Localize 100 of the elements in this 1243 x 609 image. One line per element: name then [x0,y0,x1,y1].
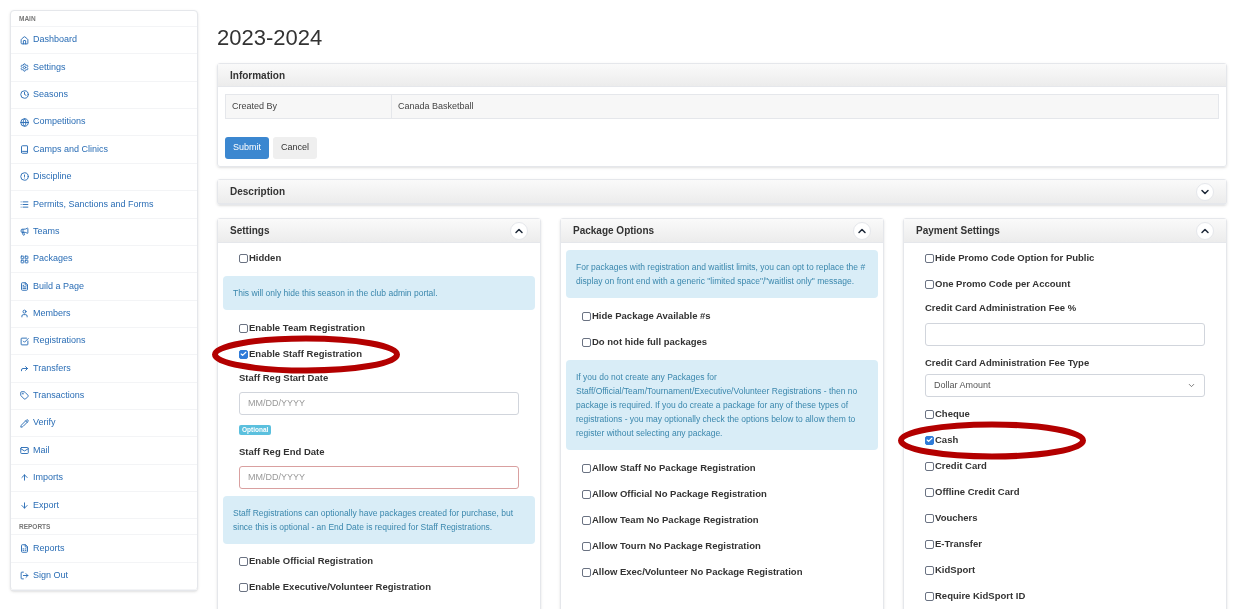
sidebar-item[interactable]: Seasons [11,81,197,110]
checkbox-option[interactable]: Require KidSport ID [925,588,1026,604]
checkbox[interactable] [925,435,934,445]
collapse-toggle[interactable] [1196,221,1214,240]
checkbox[interactable] [239,349,248,359]
checkbox-option[interactable]: Credit Card [925,458,987,474]
home-icon [20,35,29,45]
checkbox[interactable] [582,489,591,499]
pencil-icon [20,418,29,428]
page-title: 2023-2024 [217,24,324,52]
check-square-icon [20,336,29,346]
info-note: If you do not create any Packages for Staff/Official/Team/Tournament/Executive/Volunteer Registrations - then no package is required. If you do create a package for any of these types of registrations - you may optionally check the options below to allow them to register without selecting any package. [566,360,878,450]
checkbox-option[interactable]: Allow Exec/Volunteer No Package Registration [582,564,803,580]
sidebar-item[interactable]: Packages [11,245,197,274]
checkbox[interactable] [925,565,934,575]
down-arrow-icon [20,500,29,510]
alert-icon [20,172,29,182]
field-label: Credit Card Administration Fee Type [925,355,1091,370]
date-field[interactable]: MM/DD/YYYY [239,391,519,415]
checkbox[interactable] [925,487,934,497]
checkbox[interactable] [925,461,934,471]
checkbox[interactable] [925,539,934,549]
submit-button[interactable]: Submit [225,137,269,159]
checkbox[interactable] [925,513,934,523]
checkbox-option[interactable]: Do not hide full packages [582,334,708,350]
checkbox[interactable] [925,253,934,263]
fee-field[interactable] [925,322,1205,346]
collapse-toggle[interactable] [1196,182,1214,201]
up-arrow-icon [20,473,29,483]
checkbox[interactable] [582,463,591,473]
cancel-button[interactable]: Cancel [273,137,318,159]
checkbox-option[interactable]: Allow Team No Package Registration [582,512,759,528]
checkbox[interactable] [582,311,591,321]
checkbox-option[interactable]: Enable Team Registration [239,320,365,336]
checkbox[interactable] [925,409,934,419]
checkbox[interactable] [239,557,248,566]
sign-out-icon [20,571,29,581]
checkbox-option[interactable]: Allow Tourn No Package Registration [582,538,761,554]
book-icon [20,145,29,155]
globe-icon [20,117,29,127]
sidebar-item[interactable]: Settings [11,54,197,82]
field-label: Staff Reg Start Date [239,371,330,385]
collapse-toggle[interactable] [853,221,871,240]
sidebar-item[interactable]: Build a Page [11,273,197,301]
collapse-toggle[interactable] [510,221,528,240]
checkbox-option[interactable]: Hide Package Available #s [582,308,711,324]
sidebar-item[interactable]: Export [11,492,197,520]
checkbox-option[interactable]: Allow Official No Package Registration [582,486,767,502]
checkbox-option[interactable]: Hidden [239,250,282,266]
sidebar-item[interactable]: Members [11,300,197,328]
dropdown-field[interactable]: Dollar Amount [925,374,1205,397]
sidebar-item[interactable]: Transactions [11,382,197,410]
sidebar-item[interactable]: Competitions [11,109,197,137]
checkbox[interactable] [925,279,934,289]
megaphone-icon [20,227,29,237]
sidebar-item[interactable]: Verify [11,410,197,438]
checkbox-option[interactable]: Hide Promo Code Option for Public [925,250,1095,266]
info-label: Created By [226,95,392,118]
forward-arrow-icon [20,363,29,373]
checkbox-option[interactable]: E-Transfer [925,536,982,552]
checkbox[interactable] [582,567,591,577]
checkbox-option[interactable]: One Promo Code per Account [925,276,1071,292]
checkbox-option[interactable]: Enable Official Registration [239,554,374,569]
sidebar-item[interactable]: Transfers [11,355,197,383]
panel-title: Description [230,185,285,199]
checkbox[interactable] [239,583,248,592]
sidebar-item[interactable]: Discipline [11,163,197,192]
sidebar-item[interactable]: Reports [11,535,197,563]
report-icon [20,544,29,554]
info-value: Canada Basketball [397,99,475,113]
checkbox[interactable] [582,337,591,347]
checkbox-option[interactable]: Enable Executive/Volunteer Registration [239,580,431,595]
sidebar-item[interactable]: Mail [11,437,197,465]
checkbox-option[interactable]: Vouchers [925,510,978,526]
sidebar-item[interactable]: Teams [11,218,197,246]
grid-icon [20,254,29,264]
date-field[interactable]: MM/DD/YYYY [239,465,519,489]
sidebar-item[interactable]: Registrations [11,327,197,356]
checkbox-option[interactable]: Allow Staff No Package Registration [582,460,756,476]
checkbox-option[interactable]: Offline Credit Card [925,484,1020,500]
mail-icon [20,446,29,456]
checkbox[interactable] [239,253,248,263]
checkbox-option[interactable]: Cheque [925,406,970,422]
gear-icon [20,63,29,72]
sidebar-item[interactable]: Sign Out [11,562,197,591]
checkbox[interactable] [582,515,591,525]
checkbox-option[interactable]: KidSport [925,562,976,578]
checkbox[interactable] [239,323,248,333]
list-icon [20,199,29,209]
checkbox[interactable] [925,591,934,601]
info-note: For packages with registration and waitlist limits, you can opt to replace the # display on front end with a generic "limited space"/"waitlist only" message. [566,250,878,298]
checkbox-option[interactable]: Cash [925,432,959,448]
sidebar-item[interactable]: Permits, Sanctions and Forms [11,191,197,219]
sidebar-item[interactable]: Imports [11,464,197,493]
clock-icon [20,90,29,100]
field-label: Staff Reg End Date [239,444,326,459]
sidebar-item[interactable]: Camps and Clinics [11,136,197,164]
panel-title: Package Options [573,224,655,238]
checkbox[interactable] [582,541,591,551]
sidebar-item[interactable]: Dashboard [11,27,197,55]
